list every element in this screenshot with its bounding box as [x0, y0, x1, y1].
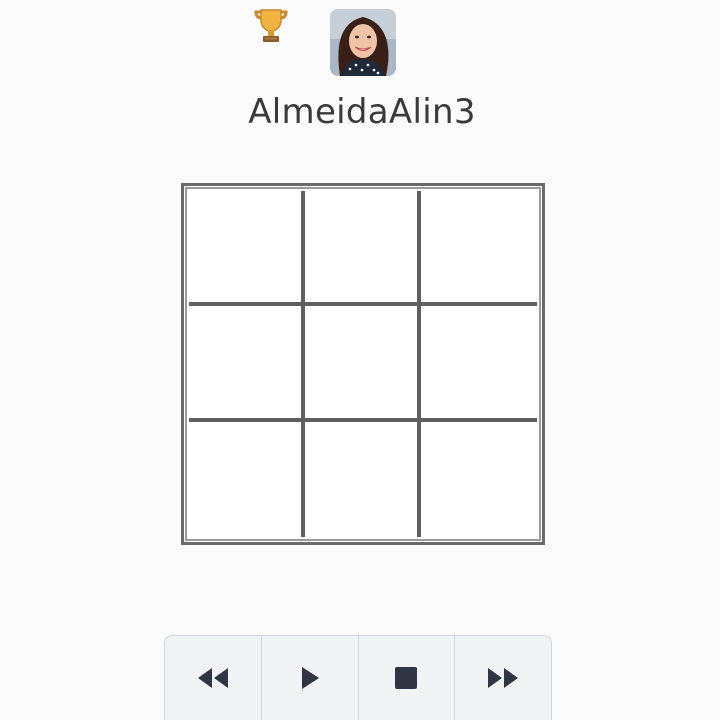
- player-username: AlmeidaAlin3: [248, 92, 476, 132]
- rewind-icon: [197, 668, 228, 688]
- stop-icon: [395, 667, 418, 689]
- playback-controls: [164, 635, 552, 720]
- board-cell-2-2[interactable]: [421, 421, 537, 537]
- board-cell-0-1[interactable]: [305, 191, 421, 307]
- play-button[interactable]: [262, 636, 359, 720]
- game-screen: AlmeidaAlin3: [0, 0, 720, 720]
- stop-button[interactable]: [359, 636, 456, 720]
- avatar[interactable]: [330, 9, 396, 76]
- board-cell-2-0[interactable]: [189, 421, 305, 537]
- tic-tac-toe-board: [181, 183, 545, 545]
- board-cell-1-0[interactable]: [189, 306, 305, 422]
- rewind-button[interactable]: [165, 636, 262, 720]
- trophy-icon: [252, 8, 290, 48]
- fast-forward-icon: [488, 668, 519, 688]
- board-cell-1-2[interactable]: [421, 306, 537, 422]
- board-cell-1-1[interactable]: [305, 306, 421, 422]
- play-icon: [301, 667, 319, 689]
- board-cell-2-1[interactable]: [305, 421, 421, 537]
- board-cell-0-2[interactable]: [421, 191, 537, 307]
- board-cell-0-0[interactable]: [189, 191, 305, 307]
- fast-forward-button[interactable]: [455, 636, 551, 720]
